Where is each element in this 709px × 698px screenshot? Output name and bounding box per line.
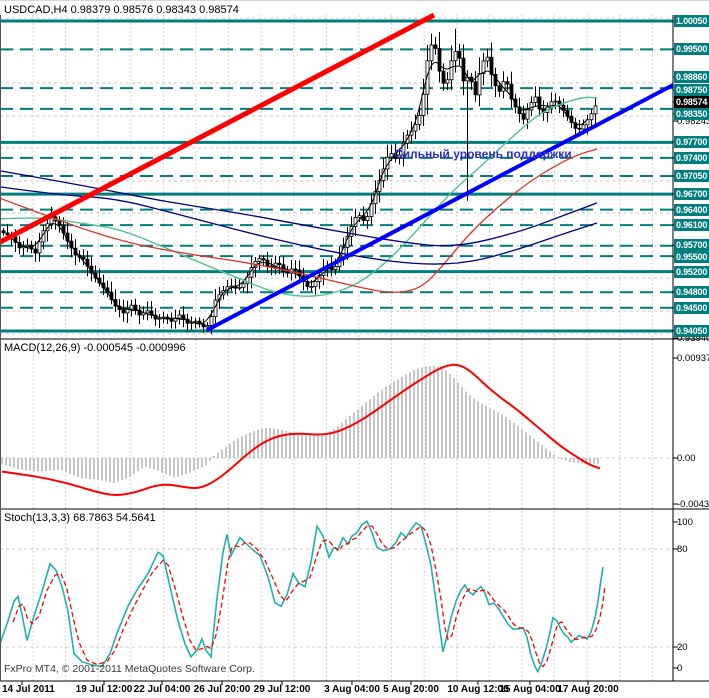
- price-level-label: 0.97400: [674, 152, 709, 164]
- price-level-label: 0.96700: [674, 188, 709, 200]
- price-level-label: 0.98750: [674, 84, 709, 96]
- time-axis-label: 5 Aug 20:00: [383, 684, 439, 695]
- price-level-label: 0.99500: [674, 43, 709, 55]
- price-level-label: 0.98860: [674, 71, 709, 83]
- price-level-label: 0.96100: [674, 219, 709, 231]
- stoch-pane[interactable]: [0, 509, 673, 681]
- price-level-label: 0.95200: [674, 266, 709, 278]
- price-level-label: 0.98350: [674, 108, 709, 120]
- price-level-label: 0.94500: [674, 302, 709, 314]
- price-level-label: 0.97700: [674, 136, 709, 148]
- price-level-label: 0.97050: [674, 170, 709, 182]
- price-level-label: 0.95700: [674, 239, 709, 251]
- macd-indicator-title: MACD(12,26,9) -0.000545 -0.000996: [4, 342, 186, 354]
- main-chart-pane[interactable]: [0, 1, 673, 339]
- chart-title-ohlc: USDCAD,H4 0.98379 0.98576 0.98343 0.9857…: [4, 4, 239, 16]
- price-level-label: 0.94050: [674, 325, 709, 337]
- time-axis-label: 14 Jul 2011: [2, 684, 55, 695]
- time-axis-label: 22 Jul 04:00: [133, 684, 191, 695]
- price-level-label: 0.94800: [674, 286, 709, 298]
- stoch-scale-label: 80: [677, 544, 688, 555]
- macd-pane[interactable]: [0, 339, 673, 509]
- terminal-copyright: FxPro MT4, © 2001-2011 MetaQuotes Softwa…: [4, 663, 255, 675]
- support-level-annotation[interactable]: Сильный уровень поддержки: [394, 147, 572, 161]
- macd-scale-label: -0.00439: [677, 499, 709, 510]
- macd-scale-label: 0.00: [677, 453, 696, 464]
- stoch-scale-label: 20: [677, 642, 688, 653]
- mt4-chart-window: USDCAD,H4 0.98379 0.98576 0.98343 0.9857…: [0, 0, 709, 698]
- time-axis-label: 3 Aug 04:00: [324, 684, 380, 695]
- stoch-scale-label: 100: [677, 517, 693, 528]
- stoch-scale-label: 0: [677, 663, 683, 674]
- price-level-label: 1.00050: [674, 15, 709, 27]
- stoch-indicator-title: Stoch(13,3,3) 68.7863 54.5641: [4, 512, 156, 524]
- time-axis-label: 26 Jul 20:00: [193, 684, 251, 695]
- time-axis-label: 19 Jul 12:00: [75, 684, 133, 695]
- macd-scale-label: 0.00937: [677, 353, 709, 364]
- time-axis-label: 15 Aug 04:00: [499, 684, 561, 695]
- time-axis-label: 29 Jul 12:00: [253, 684, 311, 695]
- current-price-label: 0.98574: [674, 96, 709, 108]
- price-level-label: 0.95500: [674, 251, 709, 263]
- time-axis-label: 17 Aug 20:00: [557, 684, 619, 695]
- price-level-label: 0.96400: [674, 204, 709, 216]
